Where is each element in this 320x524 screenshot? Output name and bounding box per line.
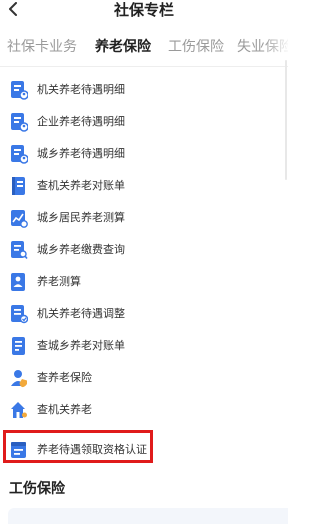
building-person-icon xyxy=(11,402,27,418)
list-item-agency-pension-statement[interactable]: 查机关养老对账单 xyxy=(0,170,288,202)
list-item-label: 机关养老待遇明细 xyxy=(37,83,125,96)
list-item-label: 企业养老待遇明细 xyxy=(37,115,125,128)
list-item-label: 城乡养老待遇明细 xyxy=(37,147,125,160)
list-item-label: 查城乡养老对账单 xyxy=(37,339,125,352)
tab-unemployment-insurance[interactable]: 失业保险 xyxy=(237,36,288,56)
list-item-resident-pension-calculation[interactable]: 城乡居民养老测算 xyxy=(0,202,288,234)
page-title: 社保专栏 xyxy=(113,1,174,19)
top-bar: 社保专栏 xyxy=(0,0,288,22)
list-item-urban-rural-pension-details[interactable]: 城乡养老待遇明细 xyxy=(0,138,288,170)
list-item-agency-pension-details[interactable]: 机关养老待遇明细 xyxy=(0,74,288,106)
list-item-enterprise-pension-details[interactable]: 企业养老待遇明细 xyxy=(0,106,288,138)
document-search-icon xyxy=(11,241,28,259)
document-person-icon xyxy=(11,113,28,132)
list-item-label: 养老测算 xyxy=(37,275,81,288)
scrollbar xyxy=(285,60,287,180)
list-item-label: 机关养老待遇调整 xyxy=(37,307,125,320)
person-shield-icon xyxy=(11,370,27,388)
list-item-urban-rural-pension-statement[interactable]: 查城乡养老对账单 xyxy=(0,330,288,362)
list-item-query-pension-insurance[interactable]: 查养老保险 xyxy=(0,362,288,394)
tab-work-injury-insurance[interactable]: 工伤保险 xyxy=(168,36,224,56)
list-item-label: 查机关养老对账单 xyxy=(37,179,125,192)
tab-pension-insurance[interactable]: 养老保险 xyxy=(95,36,151,56)
list-item-label: 养老待遇领取资格认证 xyxy=(37,443,147,456)
list-item-label: 查养老保险 xyxy=(37,371,92,384)
calculator-person-icon xyxy=(11,273,25,291)
document-list-icon xyxy=(12,337,25,355)
list-item-label: 城乡养老缴费查询 xyxy=(37,243,125,256)
list-item-query-agency-pension[interactable]: 查机关养老 xyxy=(0,394,288,426)
list-item-pension-eligibility-certification[interactable]: 养老待遇领取资格认证 xyxy=(0,434,288,466)
work-injury-card xyxy=(8,508,288,524)
list-item-label: 查机关养老 xyxy=(37,403,92,416)
passbook-icon xyxy=(12,177,25,195)
list-item-agency-pension-adjustment[interactable]: 机关养老待遇调整 xyxy=(0,298,288,330)
document-adjust-icon xyxy=(11,305,28,324)
document-person-icon xyxy=(11,81,28,100)
id-verify-icon xyxy=(11,442,26,458)
list-item-urban-rural-pension-payment-query[interactable]: 城乡养老缴费查询 xyxy=(0,234,288,266)
document-person-icon xyxy=(11,145,28,164)
list-item-pension-calculation[interactable]: 养老测算 xyxy=(0,266,288,298)
pension-service-list: 机关养老待遇明细 企业养老待遇明细 城乡养老待遇明细 查机关养老对账单 城乡居民… xyxy=(0,66,288,466)
list-item-label: 城乡居民养老测算 xyxy=(37,211,125,224)
section-title-work-injury: 工伤保险 xyxy=(9,481,65,497)
category-tabs: 社保卡业务 养老保险 工伤保险 失业保险 xyxy=(0,22,288,67)
tab-social-security-card[interactable]: 社保卡业务 xyxy=(7,36,77,56)
calculator-chart-icon xyxy=(11,210,28,228)
